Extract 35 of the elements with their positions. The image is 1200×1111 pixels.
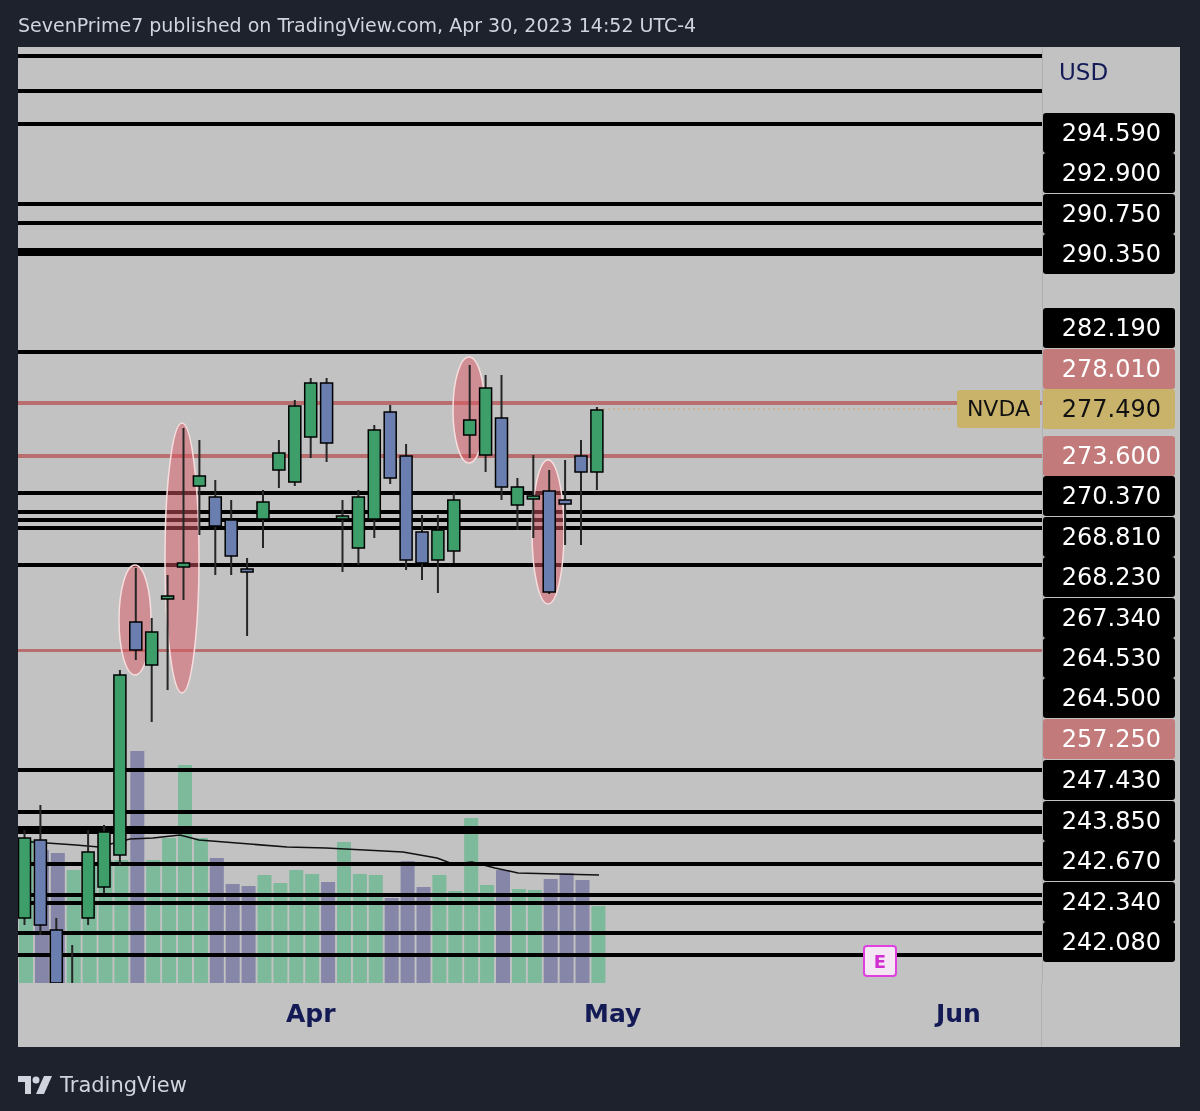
publication-caption: SevenPrime7 published on TradingView.com, Apr 30, 2023 14:52 UTC-4 — [17, 13, 698, 38]
symbol-tag: NVDA — [956, 390, 1040, 428]
earnings-marker[interactable]: E — [863, 945, 897, 977]
price-label: 290.750 — [1043, 194, 1175, 234]
price-label: 264.500 — [1043, 678, 1175, 718]
price-label: 268.810 — [1043, 517, 1175, 557]
candle — [447, 492, 461, 564]
price-label: 273.600 — [1043, 436, 1175, 476]
candle — [272, 439, 286, 489]
price-label: 268.230 — [1043, 557, 1175, 597]
price-label: 277.490 — [1043, 389, 1175, 429]
price-label: 278.010 — [1043, 349, 1175, 389]
price-label: 290.350 — [1043, 234, 1175, 274]
price-label: 243.850 — [1043, 801, 1175, 841]
logo-icon — [18, 1076, 52, 1094]
candle — [71, 944, 74, 983]
candle — [415, 514, 429, 581]
price-label: 242.340 — [1043, 882, 1175, 922]
price-label: 270.370 — [1043, 476, 1175, 516]
month-label: Jun — [936, 999, 981, 1028]
price-label: 292.900 — [1043, 153, 1175, 193]
price-label: 247.430 — [1043, 760, 1175, 800]
currency-label: USD — [1059, 59, 1109, 85]
price-label: 242.080 — [1043, 922, 1175, 962]
price-label: 257.250 — [1043, 719, 1175, 759]
price-label: 264.530 — [1043, 638, 1175, 678]
price-label: 282.190 — [1043, 308, 1175, 348]
candle — [256, 489, 270, 549]
price-label: 242.670 — [1043, 841, 1175, 881]
brand-name: TradingView — [60, 1073, 187, 1097]
candle — [97, 824, 111, 894]
month-label: Apr — [286, 999, 336, 1028]
price-label: 267.340 — [1043, 598, 1175, 638]
month-label: May — [584, 999, 642, 1028]
price-label: 294.590 — [1043, 113, 1175, 153]
